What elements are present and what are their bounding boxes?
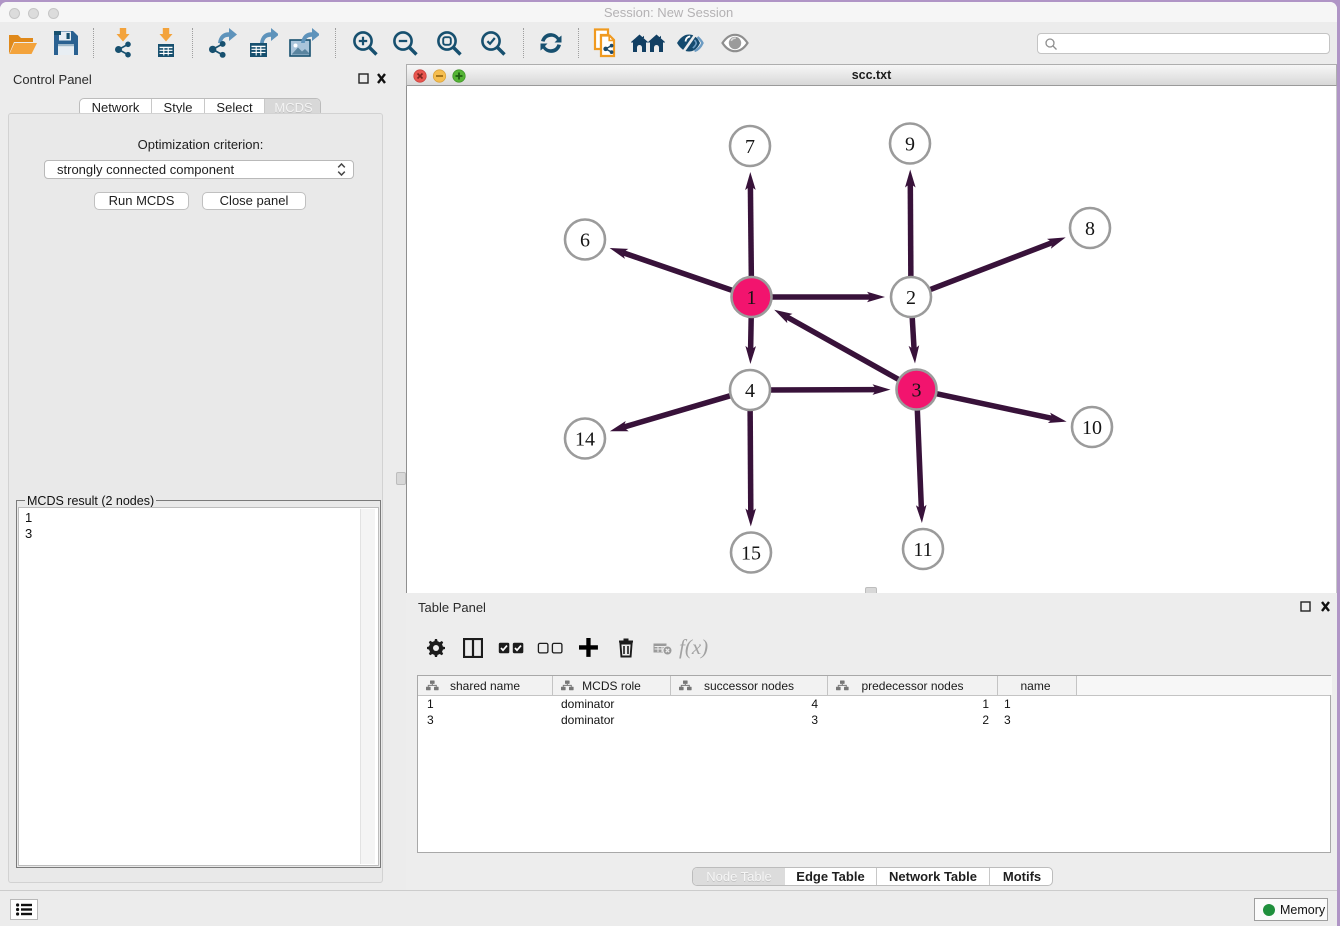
svg-text:15: 15 <box>741 542 761 564</box>
svg-text:2: 2 <box>906 287 916 309</box>
svg-text:4: 4 <box>745 380 755 402</box>
svg-text:3: 3 <box>912 379 922 401</box>
svg-text:10: 10 <box>1082 417 1102 439</box>
svg-text:9: 9 <box>905 133 915 155</box>
svg-text:1: 1 <box>747 287 757 309</box>
svg-text:14: 14 <box>575 428 595 450</box>
svg-text:8: 8 <box>1085 218 1095 240</box>
svg-text:6: 6 <box>580 229 590 251</box>
svg-text:7: 7 <box>745 136 755 158</box>
svg-text:11: 11 <box>913 539 932 561</box>
